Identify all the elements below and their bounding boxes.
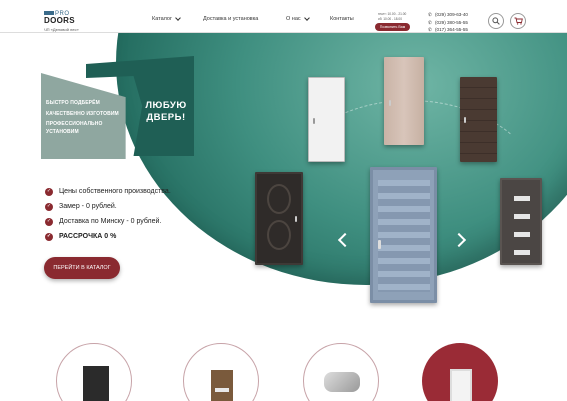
nav-about[interactable]: О нас: [286, 15, 310, 22]
door-image-white[interactable]: [308, 77, 345, 162]
chevron-down-icon: [175, 15, 181, 21]
door-image-brown[interactable]: [460, 77, 497, 162]
cart-icon: [514, 17, 523, 25]
check-icon: ✓: [45, 217, 53, 226]
door-image-beige[interactable]: [384, 57, 424, 145]
logo[interactable]: PRO DOORS ЧП «Деловой лес»: [44, 11, 104, 33]
door-image-dark[interactable]: [255, 172, 303, 265]
phone-icon: ✆: [428, 12, 432, 17]
site-header: PRO DOORS ЧП «Деловой лес» Каталог Доста…: [0, 0, 567, 33]
benefit-list: ✓ Цены собственного производства. ✓ Замер …: [45, 184, 171, 244]
list-item: ✓ Замер - 0 рублей.: [45, 202, 117, 211]
check-icon: ✓: [45, 187, 53, 196]
phone-list: ✆ (029) 309-63-40 ✆ (029) 380-55-55 ✆ (017)…: [428, 11, 468, 34]
phone-icon: ✆: [428, 19, 432, 25]
phone-item[interactable]: ✆ (017) 364-55-55: [428, 26, 468, 34]
category-hardware[interactable]: [303, 343, 379, 401]
go-to-catalog-button[interactable]: ПЕРЕЙТИ В КАТАЛОГ: [44, 257, 120, 279]
nav-catalog[interactable]: Каталог: [152, 15, 181, 22]
check-icon: ✓: [45, 202, 53, 211]
cart-button[interactable]: [510, 13, 526, 29]
category-entrance-doors[interactable]: [56, 343, 132, 401]
check-icon: ✓: [45, 232, 53, 241]
search-button[interactable]: [488, 13, 504, 29]
chevron-down-icon: [303, 15, 310, 21]
page: PRO DOORS ЧП «Деловой лес» Каталог Доста…: [0, 0, 567, 401]
phone-icon: ✆: [428, 27, 432, 32]
door-image-blue-selected[interactable]: [370, 167, 437, 303]
category-highlight[interactable]: [422, 343, 498, 401]
hero-slogan: ЛЮБУЮ ДВЕРЬ!: [145, 100, 187, 123]
list-item: ✓ Доставка по Минску - 0 рублей.: [45, 217, 162, 226]
nav-contacts[interactable]: Контакты: [330, 16, 354, 22]
working-hours: пн-пт: 10.00 - 21.00 сб: 10.00 - 18.00: [378, 12, 407, 21]
door-image-glass[interactable]: [500, 178, 542, 265]
category-interior-doors[interactable]: [183, 343, 259, 401]
phone-item[interactable]: ✆ (029) 380-55-55: [428, 19, 468, 27]
callback-button[interactable]: Позвонить Вам: [375, 23, 410, 31]
phone-item[interactable]: ✆ (029) 309-63-40: [428, 11, 468, 19]
banner-text: БЫСТРО ПОДБЕРЁМ КАЧЕСТВЕННО ИЗГОТОВИМ ПР…: [46, 100, 119, 135]
nav-delivery[interactable]: Доставка и установка: [203, 16, 258, 22]
search-icon: [492, 17, 500, 25]
list-item: ✓ Цены собственного производства.: [45, 187, 171, 196]
list-item: ✓ РАССРОЧКА 0 %: [45, 232, 117, 241]
